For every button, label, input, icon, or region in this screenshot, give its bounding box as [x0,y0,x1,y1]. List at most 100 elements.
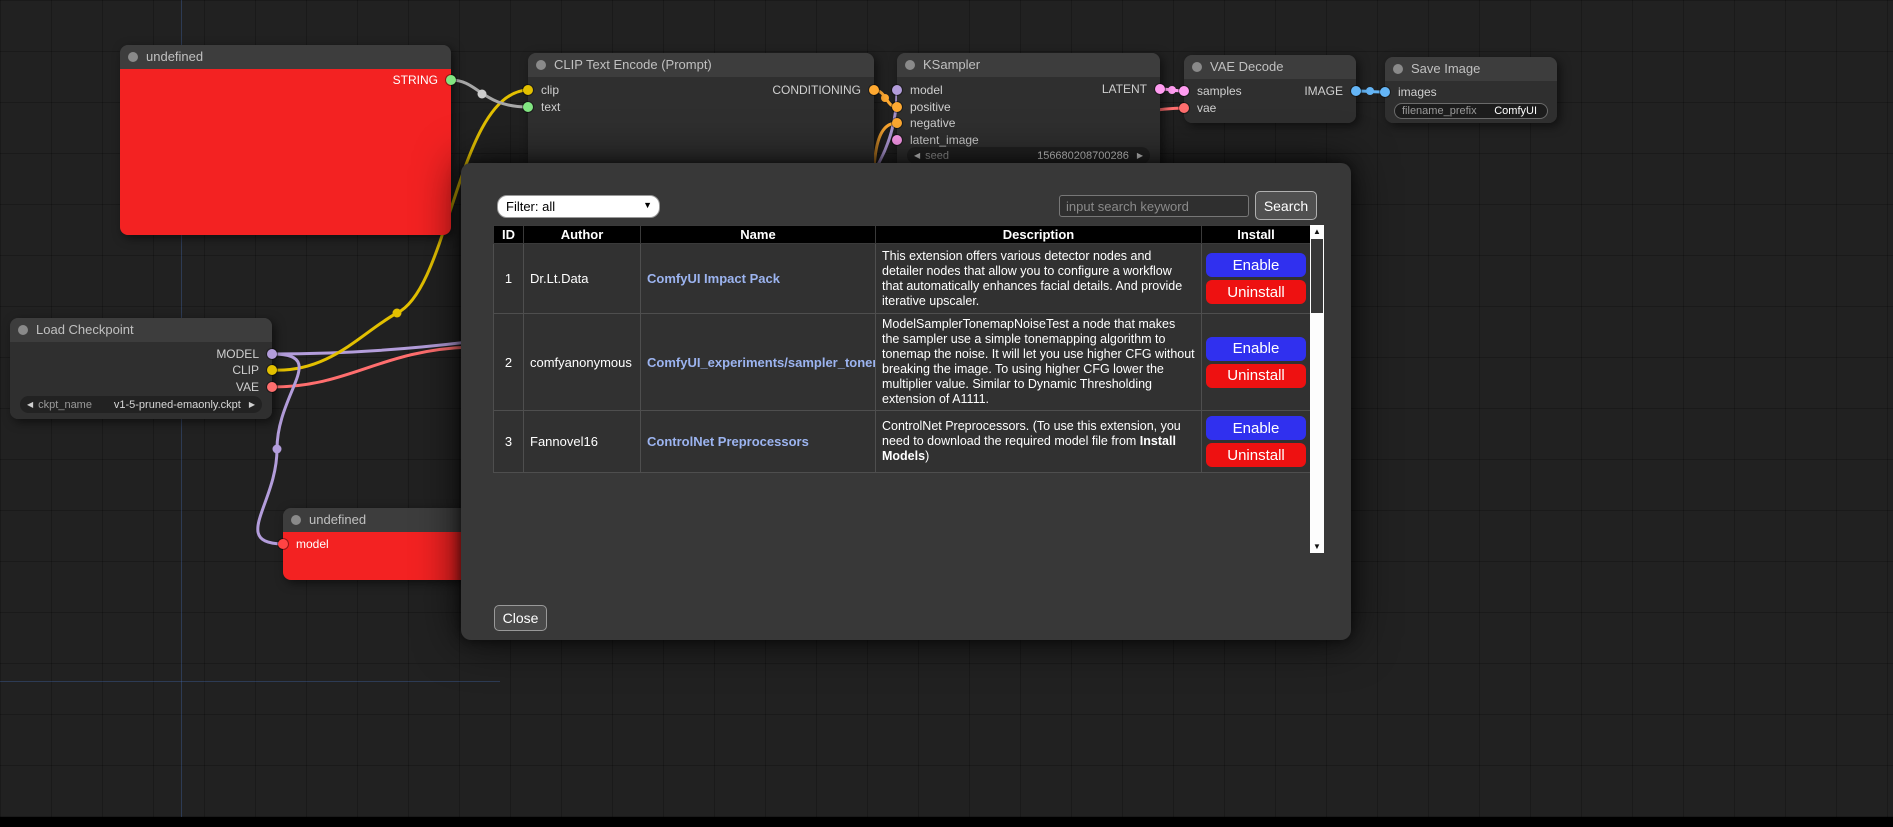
extension-name-cell: ControlNet Preprocessors [641,411,876,473]
table-scrollbar[interactable]: ▲ ▼ [1310,225,1324,553]
extension-id: 3 [494,411,524,473]
node-load-checkpoint[interactable]: Load Checkpoint MODEL CLIP VAE ◀ ckpt_na… [10,318,272,419]
node-title-label: VAE Decode [1210,59,1283,74]
vae-output-dot[interactable] [267,382,277,392]
search-button[interactable]: Search [1255,191,1317,220]
clip-input-dot[interactable] [523,85,533,95]
model-input-label: model [910,83,943,97]
extension-name-link[interactable]: ControlNet Preprocessors [647,434,809,449]
extensions-table-wrap: ID Author Name Description Install 1Dr.L… [493,225,1310,473]
enable-button[interactable]: Enable [1206,337,1306,361]
node-title-label: KSampler [923,57,980,72]
clip-output-label: CLIP [232,363,259,377]
collapse-dot-icon[interactable] [1192,62,1202,72]
collapse-dot-icon[interactable] [291,515,301,525]
node-body [120,69,451,235]
negative-input-dot[interactable] [892,118,902,128]
node-title-label: undefined [309,512,366,527]
vae-input-label: vae [1197,101,1216,115]
node-save-image[interactable]: Save Image images filename_prefix ComfyU… [1385,57,1557,123]
seed-widget-label: seed [925,150,949,162]
scrollbar-thumb[interactable] [1311,239,1323,313]
seed-increment-icon[interactable]: ▶ [1137,151,1143,160]
string-output-dot[interactable] [446,75,456,85]
collapse-dot-icon[interactable] [905,60,915,70]
collapse-dot-icon[interactable] [128,52,138,62]
ckpt-next-icon[interactable]: ▶ [249,400,255,409]
text-input-label: text [541,100,560,114]
filename-prefix-value: ComfyUI [1482,105,1537,117]
node-title-bar[interactable]: undefined [120,45,451,69]
filter-select[interactable]: Filter: all [497,195,660,218]
close-button[interactable]: Close [494,605,547,631]
model-input-dot[interactable] [278,539,288,549]
latent-image-input-dot[interactable] [892,135,902,145]
ckpt-prev-icon[interactable]: ◀ [27,400,33,409]
text-input-dot[interactable] [523,102,533,112]
description-text: This extension offers various detector n… [882,249,1182,308]
filename-prefix-widget[interactable]: filename_prefix ComfyUI [1394,103,1548,119]
model-input-dot[interactable] [892,85,902,95]
string-output-label: STRING [393,73,438,87]
extension-author: Dr.Lt.Data [524,244,641,314]
collapse-dot-icon[interactable] [18,325,28,335]
extension-description: This extension offers various detector n… [876,244,1202,314]
extension-row: 1Dr.Lt.DataComfyUI Impact PackThis exten… [494,244,1311,314]
images-input-dot[interactable] [1380,87,1390,97]
node-title-label: Save Image [1411,61,1480,76]
collapse-dot-icon[interactable] [1393,64,1403,74]
table-header-row: ID Author Name Description Install [494,226,1311,244]
node-title-label: CLIP Text Encode (Prompt) [554,57,712,72]
extension-name-link[interactable]: ComfyUI Impact Pack [647,271,780,286]
ckpt-name-widget[interactable]: ◀ ckpt_name v1-5-pruned-emaonly.ckpt ▶ [20,396,262,413]
node-title-bar[interactable]: KSampler [897,53,1160,77]
ckpt-widget-label: ckpt_name [38,399,92,411]
node-title-label: Load Checkpoint [36,322,134,337]
description-text: ControlNet Preprocessors. (To use this e… [882,419,1181,448]
search-input[interactable] [1059,195,1249,217]
image-output-dot[interactable] [1351,86,1361,96]
extensions-table: ID Author Name Description Install 1Dr.L… [493,225,1311,473]
filename-prefix-label: filename_prefix [1402,105,1477,117]
positive-input-label: positive [910,100,951,114]
header-author: Author [524,226,641,244]
seed-widget[interactable]: ◀ seed 156680208700286 ▶ [907,147,1150,164]
description-text: ModelSamplerTonemapNoiseTest a node that… [882,317,1195,406]
model-output-dot[interactable] [267,349,277,359]
extension-description: ModelSamplerTonemapNoiseTest a node that… [876,314,1202,411]
vae-input-dot[interactable] [1179,103,1189,113]
node-title-bar[interactable]: Load Checkpoint [10,318,272,342]
enable-button[interactable]: Enable [1206,416,1306,440]
extension-install-cell: Enable Uninstall [1202,314,1311,411]
seed-decrement-icon[interactable]: ◀ [914,151,920,160]
node-undefined-string[interactable]: undefined STRING [120,45,451,235]
extension-name-link[interactable]: ComfyUI_experiments/sampler_tonemap [647,355,876,370]
node-vae-decode[interactable]: VAE Decode samples vae IMAGE [1184,55,1356,123]
scroll-up-icon[interactable]: ▲ [1310,225,1324,238]
window-bottom-edge [0,817,1893,827]
positive-input-dot[interactable] [892,102,902,112]
extension-install-cell: Enable Uninstall [1202,411,1311,473]
clip-output-dot[interactable] [267,365,277,375]
custom-nodes-dialog: Filter: all ▼ Search ID Author Name Desc… [461,163,1351,640]
header-install: Install [1202,226,1311,244]
enable-button[interactable]: Enable [1206,253,1306,277]
node-title-label: undefined [146,49,203,64]
samples-input-label: samples [1197,84,1242,98]
uninstall-button[interactable]: Uninstall [1206,443,1306,467]
extension-description: ControlNet Preprocessors. (To use this e… [876,411,1202,473]
extension-row: 2comfyanonymousComfyUI_experiments/sampl… [494,314,1311,411]
conditioning-output-dot[interactable] [869,85,879,95]
uninstall-button[interactable]: Uninstall [1206,364,1306,388]
scroll-down-icon[interactable]: ▼ [1310,540,1324,553]
latent-output-dot[interactable] [1155,84,1165,94]
node-title-bar[interactable]: CLIP Text Encode (Prompt) [528,53,874,77]
node-title-bar[interactable]: Save Image [1385,57,1557,81]
collapse-dot-icon[interactable] [536,60,546,70]
model-output-label: MODEL [216,347,259,361]
uninstall-button[interactable]: Uninstall [1206,280,1306,304]
ckpt-widget-value: v1-5-pruned-emaonly.ckpt [97,399,241,411]
node-title-bar[interactable]: VAE Decode [1184,55,1356,79]
samples-input-dot[interactable] [1179,86,1189,96]
header-description: Description [876,226,1202,244]
